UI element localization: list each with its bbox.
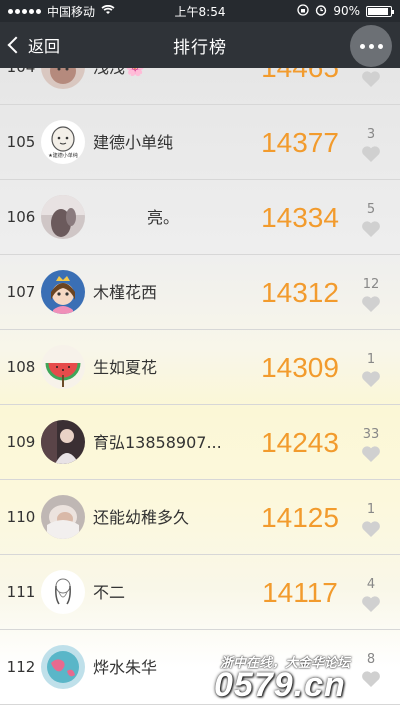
status-bar: 中国移动 上午8:54 90% [0, 0, 400, 22]
heart-icon[interactable] [361, 670, 381, 688]
back-label: 返回 [28, 37, 61, 56]
bear-avatar[interactable] [41, 68, 85, 89]
dot-icon [377, 43, 383, 49]
player-name: 浅浅🌸 [93, 68, 233, 105]
heart-icon[interactable] [361, 595, 381, 613]
leaderboard-list[interactable]: 104浅浅🌸1446518105★建德小单纯建德小单纯143773106亮。14… [0, 68, 400, 712]
globe-avatar[interactable] [41, 645, 85, 689]
svg-text:★建德小单纯: ★建德小单纯 [48, 152, 77, 159]
leaderboard-row[interactable]: 108 生如夏花 14309 1 [0, 330, 400, 405]
leaderboard-row[interactable]: 112 烨水朱华 8 [0, 630, 400, 705]
leaderboard-row[interactable]: 104浅浅🌸1446518 [0, 68, 400, 105]
dot-icon [368, 43, 374, 49]
rank-number: 105 [6, 133, 36, 151]
page-title: 排行榜 [173, 37, 227, 58]
rank-number: 111 [6, 583, 36, 601]
heart-icon[interactable] [361, 520, 381, 538]
rank-number: 104 [6, 68, 36, 105]
princess-avatar[interactable] [41, 270, 85, 314]
carrier-label: 中国移动 [47, 4, 96, 19]
player-score: 14117 [262, 577, 338, 608]
heart-icon[interactable] [361, 220, 381, 238]
nav-bar: 返回 排行榜 [0, 22, 400, 68]
like-count: 33 [362, 427, 380, 442]
player-score: 14465 [240, 68, 360, 105]
rank-number: 112 [6, 658, 36, 676]
wifi-icon [101, 4, 115, 18]
player-score: 14334 [261, 202, 339, 233]
status-right: 90% [297, 3, 394, 19]
player-score: 14312 [261, 277, 339, 308]
player-score: 14125 [261, 502, 339, 533]
rotation-lock-icon [297, 3, 309, 19]
portrait-avatar[interactable] [41, 420, 85, 464]
rank-number: 110 [6, 508, 36, 526]
dot-icon [359, 43, 365, 49]
like-count: 12 [362, 277, 380, 292]
heart-icon[interactable] [361, 70, 381, 88]
heart-icon[interactable] [361, 370, 381, 388]
player-name: 不二 [93, 583, 126, 602]
leaderboard-row[interactable]: 109 育弘13858907... 14243 33 [0, 405, 400, 480]
like-count: 5 [366, 202, 376, 217]
battery-icon [366, 5, 394, 17]
baby-avatar[interactable] [41, 495, 85, 539]
heart-icon[interactable] [361, 145, 381, 163]
sketch-girl-avatar[interactable] [41, 570, 85, 614]
player-name: 还能幼稚多久 [93, 508, 190, 527]
rank-number: 108 [6, 358, 36, 376]
rank-number: 109 [6, 433, 36, 451]
player-score: 14377 [261, 127, 339, 158]
rank-number: 106 [6, 208, 36, 226]
like-count: 3 [366, 127, 376, 142]
player-name: 亮。 [146, 208, 179, 227]
leaderboard-row[interactable]: 110 还能幼稚多久 14125 1 [0, 480, 400, 555]
rank-number: 107 [6, 283, 36, 301]
player-name: 育弘13858907... [93, 433, 222, 452]
alarm-icon [315, 4, 327, 19]
heart-icon[interactable] [361, 445, 381, 463]
player-score: 14309 [261, 352, 339, 383]
signal-icon [8, 8, 41, 14]
leaderboard-row[interactable]: 111 不二 14117 4 [0, 555, 400, 630]
like-count: 1 [366, 502, 376, 517]
player-name: 建德小单纯 [93, 133, 174, 152]
battery-percent: 90% [333, 4, 360, 18]
cartoon-girl-avatar[interactable]: ★建德小单纯 [41, 120, 85, 164]
like-count: 8 [366, 652, 376, 667]
player-name: 木槿花西 [93, 283, 158, 302]
like-count: 4 [366, 577, 376, 592]
leaderboard-row[interactable]: 105 ★建德小单纯 建德小单纯 14377 3 [0, 105, 400, 180]
player-name: 烨水朱华 [93, 658, 158, 677]
photo-avatar[interactable] [41, 195, 85, 239]
player-score [240, 630, 360, 705]
chevron-left-icon [7, 36, 25, 54]
like-count: 1 [366, 352, 376, 367]
heart-icon[interactable] [361, 295, 381, 313]
player-name: 生如夏花 [93, 358, 158, 377]
status-left: 中国移动 [8, 3, 297, 20]
more-button[interactable] [350, 25, 392, 67]
leaderboard-row[interactable]: 107 木槿花西 14312 12 [0, 255, 400, 330]
back-button[interactable]: 返回 [7, 22, 61, 68]
watermelon-avatar[interactable] [41, 345, 85, 389]
leaderboard-row[interactable]: 106 亮。 14334 5 [0, 180, 400, 255]
player-score: 14243 [261, 427, 339, 458]
